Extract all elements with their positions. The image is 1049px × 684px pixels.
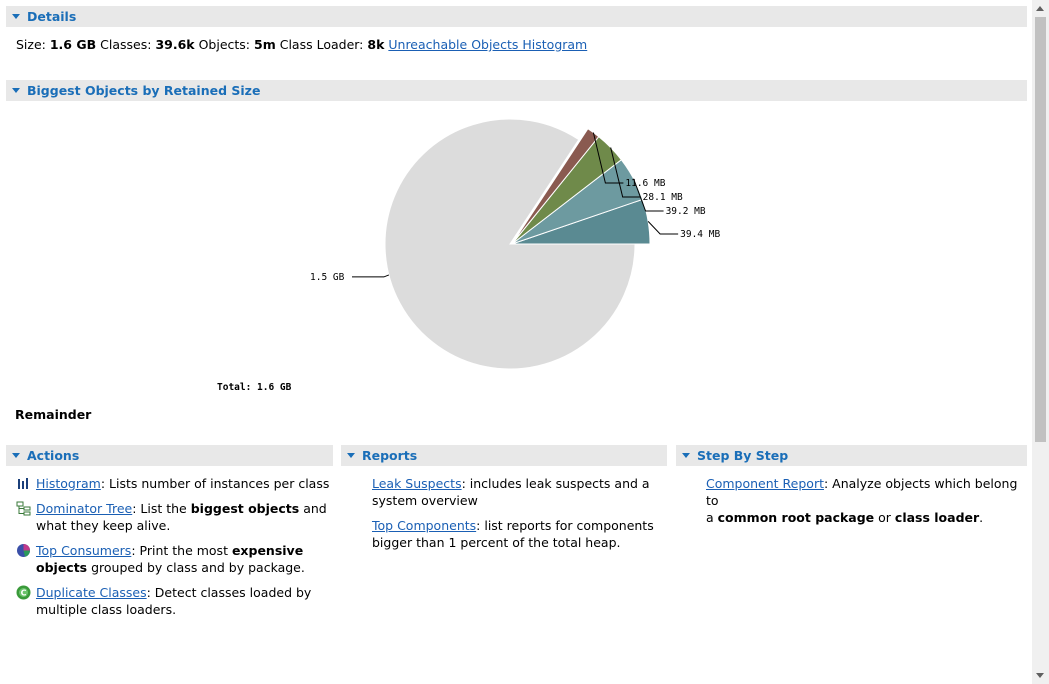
component-desc-bold-2: class loader [894, 510, 980, 525]
unreachable-histogram-link[interactable]: Unreachable Objects Histogram [388, 37, 587, 52]
scroll-up-arrow-icon[interactable] [1036, 6, 1044, 11]
remainder-label: Remainder [15, 407, 92, 422]
duplicates-desc-2: multiple class loaders. [36, 602, 177, 617]
vertical-scrollbar[interactable] [1032, 0, 1049, 684]
histogram-link[interactable]: Histogram [36, 476, 101, 491]
action-histogram: Histogram: Lists number of instances per… [16, 475, 336, 492]
consumers-desc-bold-1: expensive [231, 543, 304, 558]
report-top-components: Top Components: list reports for compone… [372, 517, 662, 551]
details-summary: Size: 1.6 GB Classes: 39.6k Objects: 5m … [16, 37, 587, 52]
details-section-header[interactable]: Details [6, 6, 1027, 27]
objects-value: 5m [254, 37, 276, 52]
actions-list: Histogram: Lists number of instances per… [16, 475, 336, 626]
details-header-label: Details [27, 9, 77, 24]
classes-label: Classes: [100, 37, 152, 52]
component-desc-2: a [706, 510, 718, 525]
stepbystep-section-header[interactable]: Step By Step [676, 445, 1027, 466]
classes-value: 39.6k [155, 37, 195, 52]
classloader-label: Class Loader: [279, 37, 364, 52]
collapse-triangle-icon[interactable] [12, 88, 20, 93]
retained-size-pie-chart: 39.4 MB 39.2 MB 28.1 MB 11.6 MB 1.5 GB Total:… [0, 104, 1030, 404]
report-leak-suspects: Leak Suspects: includes leak suspects an… [372, 475, 662, 509]
pie-slice-label: 39.2 MB [666, 206, 706, 217]
collapse-triangle-icon[interactable] [347, 453, 355, 458]
duplicate-classes-icon: C [16, 585, 31, 600]
stepbystep-header-label: Step By Step [697, 448, 789, 463]
consumers-desc-2: grouped by class and by package. [87, 560, 305, 575]
pie-label-group: 1.5 GB [310, 272, 390, 283]
reports-section-header[interactable]: Reports [341, 445, 667, 466]
collapse-triangle-icon[interactable] [12, 14, 20, 19]
top-consumers-link[interactable]: Top Consumers [36, 543, 131, 558]
leak-suspects-link[interactable]: Leak Suspects [372, 476, 462, 491]
action-dominator-tree: Dominator Tree: List the biggest objects… [16, 500, 336, 534]
dominator-desc-bold: biggest objects [190, 501, 300, 516]
components-desc-2: bigger than 1 percent of the total heap. [372, 535, 621, 550]
pie-total-label: Total: 1.6 GB [217, 382, 292, 393]
duplicates-desc-1: : Detect classes loaded by [146, 585, 312, 600]
biggest-objects-header-label: Biggest Objects by Retained Size [27, 83, 261, 98]
size-value: 1.6 GB [49, 37, 97, 52]
size-label: Size: [16, 37, 46, 52]
step-component-report: Component Report: Analyze objects which … [706, 475, 1026, 526]
histogram-icon [18, 478, 28, 489]
duplicate-classes-link[interactable]: Duplicate Classes [36, 585, 147, 600]
dominator-tree-icon [16, 501, 31, 516]
consumers-desc-bold-2: objects [36, 560, 88, 575]
consumers-desc-1: : Print the most [131, 543, 232, 558]
dominator-desc-1: : List the [132, 501, 191, 516]
reports-header-label: Reports [362, 448, 418, 463]
pie-slice-label: 28.1 MB [643, 192, 683, 203]
pie-leader-line [647, 221, 679, 235]
pie-slice-label: 1.5 GB [310, 272, 345, 283]
pie-leader-line [352, 274, 390, 278]
dominator-desc-3: what they keep alive. [36, 518, 171, 533]
top-components-link[interactable]: Top Components [372, 518, 476, 533]
scrollbar-thumb[interactable] [1035, 17, 1046, 442]
histogram-desc: : Lists number of instances per class [100, 476, 330, 491]
pie-slice-label: 39.4 MB [680, 229, 720, 240]
top-consumers-pie-icon [17, 544, 30, 557]
dominator-tree-link[interactable]: Dominator Tree [36, 501, 132, 516]
pie-label-group: 39.4 MB [647, 221, 720, 240]
pie-chart-svg: 39.4 MB 39.2 MB 28.1 MB 11.6 MB 1.5 GB Total:… [217, 118, 720, 393]
leak-desc-2: system overview [372, 493, 478, 508]
collapse-triangle-icon[interactable] [12, 453, 20, 458]
objects-label: Objects: [198, 37, 251, 52]
classloader-value: 8k [367, 37, 385, 52]
dominator-desc-2: and [299, 501, 327, 516]
collapse-triangle-icon[interactable] [682, 453, 690, 458]
action-top-consumers: Top Consumers: Print the most expensive … [16, 542, 336, 576]
leak-desc-1: : includes leak suspects and a [461, 476, 650, 491]
scroll-down-arrow-icon[interactable] [1036, 673, 1044, 678]
action-duplicate-classes: C Duplicate Classes: Detect classes load… [16, 584, 336, 618]
actions-section-header[interactable]: Actions [6, 445, 333, 466]
biggest-objects-section-header[interactable]: Biggest Objects by Retained Size [6, 80, 1027, 101]
stepbystep-list: Component Report: Analyze objects which … [706, 475, 1026, 534]
component-desc-4: . [979, 510, 984, 525]
actions-header-label: Actions [27, 448, 80, 463]
components-desc-1: : list reports for components [476, 518, 654, 533]
reports-list: Leak Suspects: includes leak suspects an… [372, 475, 662, 559]
svg-text:C: C [21, 589, 27, 598]
pie-slice-label: 11.6 MB [625, 178, 665, 189]
component-report-link[interactable]: Component Report [706, 476, 824, 491]
component-desc-bold-1: common root package [717, 510, 875, 525]
component-desc-3: or [874, 510, 895, 525]
